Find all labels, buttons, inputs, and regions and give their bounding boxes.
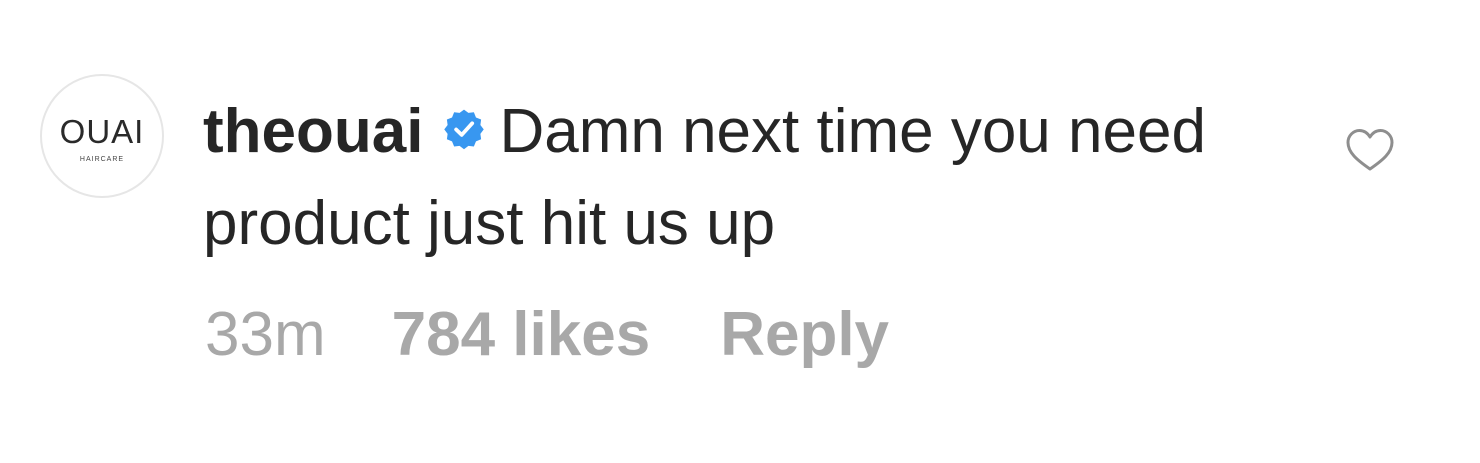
avatar-sub-text: HAIRCARE: [79, 156, 125, 163]
comment-meta: 33m 784 likes Reply: [205, 304, 889, 366]
username-link[interactable]: theouai: [203, 97, 423, 166]
avatar[interactable]: OUAI HAIRCARE: [40, 74, 164, 198]
comment-body: theouai Damn next time you need product …: [203, 86, 1283, 270]
heart-outline-icon[interactable]: [1345, 127, 1395, 173]
comment: OUAI HAIRCARE theouai Damn next time you…: [0, 0, 1480, 463]
verified-badge-icon: [443, 108, 485, 150]
avatar-logo-text: OUAI: [59, 113, 145, 150]
timestamp: 33m: [205, 300, 326, 369]
likes-count-link[interactable]: 784 likes: [392, 304, 651, 366]
reply-button[interactable]: Reply: [720, 304, 889, 366]
